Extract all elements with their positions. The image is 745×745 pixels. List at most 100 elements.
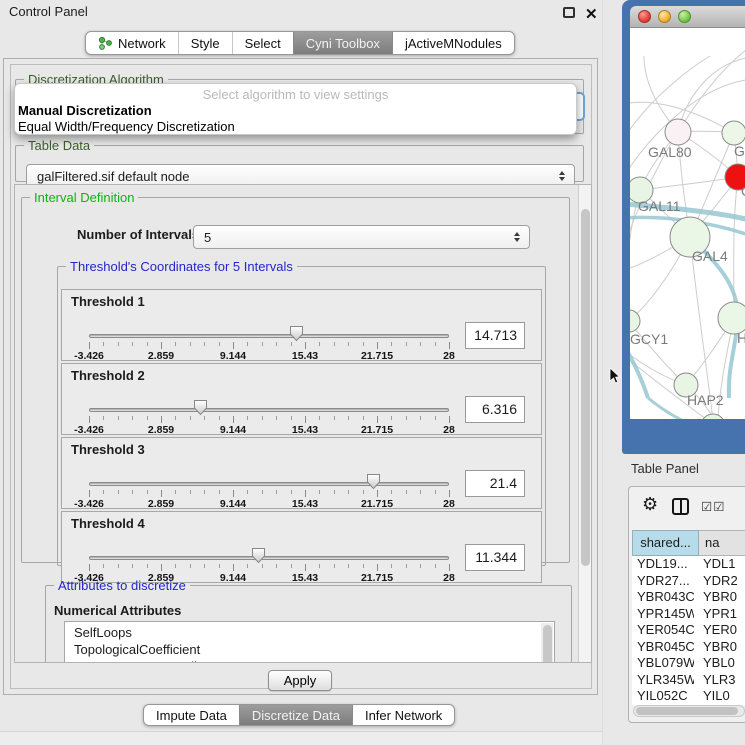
tick-mark: [348, 564, 349, 568]
scrollbar-thumb[interactable]: [636, 707, 738, 715]
tick-mark: [190, 490, 191, 494]
tick-mark: [89, 564, 90, 571]
spinner-arrows-icon: [512, 232, 521, 242]
tick-mark: [147, 490, 148, 494]
tick-mark: [319, 342, 320, 346]
table-row[interactable]: YIL052CYIL0: [632, 688, 745, 705]
close-panel-button[interactable]: ✕: [585, 3, 598, 27]
tick-mark: [103, 490, 104, 494]
threshold-value-field[interactable]: 6.316: [465, 396, 525, 423]
table-row[interactable]: YBR043CYBR0: [632, 589, 745, 606]
minimize-window-icon[interactable]: [658, 10, 671, 23]
slider-track[interactable]: [89, 408, 449, 412]
float-panel-button[interactable]: [563, 7, 575, 18]
apply-button[interactable]: Apply: [268, 670, 332, 691]
slider-track[interactable]: [89, 556, 449, 560]
close-window-icon[interactable]: [638, 10, 651, 23]
tick-mark: [391, 342, 392, 346]
thresholds-group: Threshold's Coordinates for 5 Intervals …: [57, 259, 546, 566]
tick-mark: [247, 342, 248, 346]
table-row[interactable]: YER054CYER0: [632, 622, 745, 639]
bottom-tab-impute-data[interactable]: Impute Data: [144, 705, 239, 725]
network-edge-thick[interactable]: [630, 346, 648, 398]
horizontal-scrollbar[interactable]: [633, 705, 745, 717]
network-node[interactable]: [722, 121, 745, 145]
threshold-slider[interactable]: -3.4262.8599.14415.4321.71528: [89, 290, 449, 361]
network-edge[interactable]: [640, 177, 738, 190]
tick-mark: [161, 564, 162, 571]
tick-mark: [377, 342, 378, 349]
table-row[interactable]: YPR145WYPR1: [632, 606, 745, 623]
cell-shared-name: YLR345W: [632, 672, 694, 689]
tab-style[interactable]: Style: [178, 32, 232, 54]
slider-ticks: [89, 416, 449, 424]
numerical-attributes-list[interactable]: SelfLoopsTopologicalCoefficientBetweenne…: [64, 621, 555, 663]
table-row[interactable]: YDR27...YDR2: [632, 573, 745, 590]
network-icon: [98, 36, 112, 50]
dropdown-option-equal-width-frequency[interactable]: Equal Width/Frequency Discretization: [18, 119, 235, 134]
table-row[interactable]: YDL19...YDL1: [632, 556, 745, 573]
bottom-tab-discretize-data[interactable]: Discretize Data: [239, 705, 352, 725]
slider-tick-labels: -3.4262.8599.14415.4321.71528: [89, 424, 449, 436]
slider-thumb[interactable]: [366, 473, 381, 490]
network-node[interactable]: [630, 310, 640, 332]
scrollbar-thumb[interactable]: [543, 625, 552, 663]
list-scrollbar[interactable]: [541, 623, 553, 663]
list-item-selfloops[interactable]: SelfLoops: [65, 624, 554, 641]
network-node[interactable]: [665, 119, 691, 145]
threshold-value-field[interactable]: 14.713: [465, 322, 525, 349]
vertical-scrollbar[interactable]: [578, 185, 591, 662]
tick-mark: [132, 564, 133, 568]
tick-mark: [147, 416, 148, 420]
zoom-window-icon[interactable]: [678, 10, 691, 23]
tick-mark: [449, 490, 450, 497]
tick-mark: [262, 564, 263, 568]
table-row[interactable]: YBL079WYBL0: [632, 655, 745, 672]
tab-network[interactable]: Network: [86, 32, 178, 54]
slider-track[interactable]: [89, 334, 449, 338]
network-window-titlebar[interactable]: [630, 6, 745, 28]
threshold-slider[interactable]: -3.4262.8599.14415.4321.71528: [89, 512, 449, 583]
tab-select[interactable]: Select: [232, 32, 293, 54]
tick-mark: [175, 342, 176, 346]
network-node[interactable]: [701, 414, 725, 419]
group-title: Attributes to discretize: [54, 578, 190, 593]
table-header: shared... na: [632, 530, 745, 556]
tick-mark: [89, 416, 90, 423]
interval-definition-group: Interval Definition Number of Intervals …: [21, 190, 570, 563]
slider-track[interactable]: [89, 482, 449, 486]
tick-mark: [190, 416, 191, 420]
split-columns-icon[interactable]: [672, 498, 689, 515]
tick-mark: [406, 342, 407, 346]
slider-thumb[interactable]: [193, 399, 208, 416]
dropdown-option-manual-discretization[interactable]: Manual Discretization: [18, 103, 152, 118]
table-row[interactable]: YLR345WYLR3: [632, 672, 745, 689]
number-of-intervals-select[interactable]: 5: [193, 225, 530, 249]
tick-mark: [363, 490, 364, 494]
tab-cyni-toolbox[interactable]: Cyni Toolbox: [293, 32, 392, 54]
network-canvas[interactable]: GAL80G.CGAL11GAL4GCY1HHAP2: [630, 28, 745, 419]
list-item-topologicalcoefficient[interactable]: TopologicalCoefficient: [65, 641, 554, 658]
cell-shared-name: YIL052C: [632, 688, 694, 705]
column-checkboxes-icon[interactable]: ☑☑: [701, 499, 725, 514]
gear-icon[interactable]: ⚙: [642, 495, 658, 513]
algorithm-dropdown-popup: Select algorithm to view settings Manual…: [14, 83, 577, 135]
slider-thumb[interactable]: [289, 325, 304, 342]
threshold-slider[interactable]: -3.4262.8599.14415.4321.71528: [89, 438, 449, 509]
node-label-gal11: GAL11: [638, 198, 681, 214]
bottom-tab-infer-network[interactable]: Infer Network: [352, 705, 454, 725]
scrollbar-thumb[interactable]: [581, 209, 590, 566]
table-row[interactable]: YBR045CYBR0: [632, 639, 745, 656]
tick-label: 28: [443, 498, 455, 510]
cell-name: YDL1: [694, 556, 736, 573]
threshold-value-field[interactable]: 11.344: [465, 544, 525, 571]
threshold-value-field[interactable]: 21.4: [465, 470, 525, 497]
threshold-panel: Threshold 4-3.4262.8599.14415.4321.71528…: [61, 511, 542, 583]
slider-thumb[interactable]: [251, 547, 266, 564]
tab-jactivemnodules[interactable]: jActiveMNodules: [392, 32, 514, 54]
list-item-betweennesscentrality[interactable]: BetweennessCentrality: [65, 658, 554, 663]
column-header-name[interactable]: na: [699, 530, 745, 556]
column-header-shared-name[interactable]: shared...: [632, 530, 699, 556]
threshold-slider[interactable]: -3.4262.8599.14415.4321.71528: [89, 364, 449, 435]
tab-label: Cyni Toolbox: [306, 36, 380, 51]
